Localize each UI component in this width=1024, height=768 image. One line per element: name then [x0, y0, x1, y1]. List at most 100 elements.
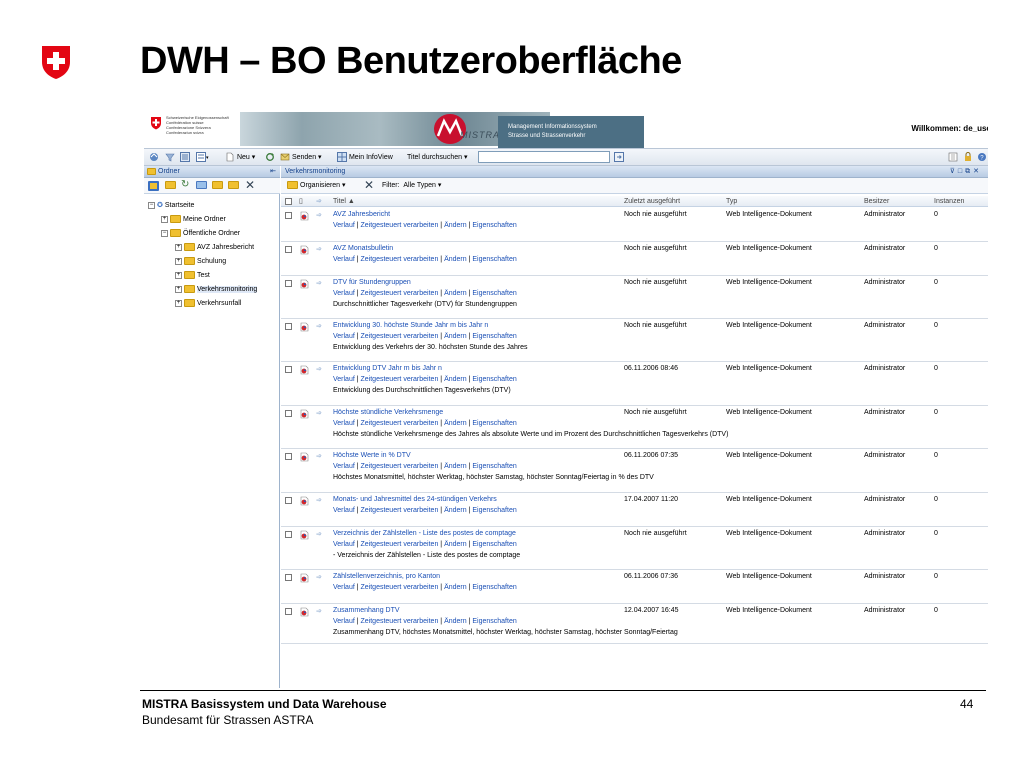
properties-link[interactable]: Eigenschaften — [472, 290, 516, 297]
expand-icon[interactable]: + — [175, 285, 182, 293]
open-arrow-icon[interactable]: ➾ — [316, 573, 322, 581]
schedule-link[interactable]: Zeitgesteuert verarbeiten — [361, 290, 439, 297]
open-arrow-icon[interactable]: ➾ — [316, 496, 322, 504]
properties-link[interactable]: Eigenschaften — [472, 618, 516, 625]
history-link[interactable]: Verlauf — [333, 541, 355, 548]
refresh-icon[interactable]: ↻ — [181, 179, 189, 190]
document-title-link[interactable]: Zählstellenverzeichnis, pro Kanton — [333, 573, 440, 580]
column-owner[interactable]: Besitzer — [864, 196, 889, 207]
column-last-run[interactable]: Zuletzt ausgeführt — [624, 196, 680, 207]
schedule-link[interactable]: Zeitgesteuert verarbeiten — [361, 507, 439, 514]
history-link[interactable]: Verlauf — [333, 333, 355, 340]
open-arrow-icon[interactable]: ➾ — [316, 365, 322, 373]
document-title-link[interactable]: Entwicklung 30. höchste Stunde Jahr m bi… — [333, 322, 488, 329]
row-checkbox[interactable] — [285, 366, 292, 373]
tree-item-oeffentliche-ordner[interactable]: − Öffentliche Ordner — [161, 228, 240, 240]
open-arrow-icon[interactable]: ➾ — [316, 452, 322, 460]
favorites-button[interactable] — [165, 151, 175, 164]
collapse-icon[interactable]: − — [148, 201, 155, 209]
refresh-button[interactable] — [265, 151, 275, 164]
row-checkbox[interactable] — [285, 280, 292, 287]
history-link[interactable]: Verlauf — [333, 420, 355, 427]
schedule-link[interactable]: Zeitgesteuert verarbeiten — [361, 222, 439, 229]
search-input[interactable] — [478, 151, 610, 163]
row-checkbox[interactable] — [285, 246, 292, 253]
expand-icon[interactable]: + — [175, 257, 182, 265]
schedule-link[interactable]: Zeitgesteuert verarbeiten — [361, 256, 439, 263]
new-folder-icon[interactable] — [196, 181, 207, 189]
my-infoview-button[interactable]: Mein InfoView — [337, 151, 393, 164]
edit-link[interactable]: Ändern — [444, 376, 467, 383]
row-checkbox[interactable] — [285, 453, 292, 460]
open-arrow-icon[interactable]: ➾ — [316, 211, 322, 219]
properties-link[interactable]: Eigenschaften — [472, 420, 516, 427]
view-list-button[interactable] — [180, 151, 190, 164]
filter-control[interactable]: Filter: Alle Typen ▾ — [382, 180, 441, 192]
delete-icon[interactable]: ✕ — [364, 178, 374, 192]
history-link[interactable]: Verlauf — [333, 507, 355, 514]
column-title[interactable]: Titel ▲ — [333, 196, 355, 207]
properties-link[interactable]: Eigenschaften — [472, 222, 516, 229]
history-link[interactable]: Verlauf — [333, 376, 355, 383]
open-arrow-icon[interactable]: ➾ — [316, 279, 322, 287]
schedule-link[interactable]: Zeitgesteuert verarbeiten — [361, 618, 439, 625]
row-checkbox[interactable] — [285, 212, 292, 219]
expand-icon[interactable]: + — [175, 243, 182, 251]
history-link[interactable]: Verlauf — [333, 618, 355, 625]
open-arrow-icon[interactable]: ➾ — [316, 322, 322, 330]
properties-link[interactable]: Eigenschaften — [472, 584, 516, 591]
schedule-link[interactable]: Zeitgesteuert verarbeiten — [361, 541, 439, 548]
category-view-icon[interactable] — [165, 181, 176, 189]
expand-icon[interactable]: + — [161, 215, 168, 223]
edit-link[interactable]: Ändern — [444, 618, 467, 625]
select-all-checkbox[interactable] — [285, 198, 292, 205]
schedule-link[interactable]: Zeitgesteuert verarbeiten — [361, 584, 439, 591]
open-arrow-icon[interactable]: ➾ — [316, 607, 322, 615]
search-mode-dropdown[interactable]: Titel durchsuchen ▾ — [407, 151, 467, 164]
send-button[interactable]: Senden ▾ — [280, 151, 322, 164]
edit-link[interactable]: Ändern — [444, 256, 467, 263]
properties-link[interactable]: Eigenschaften — [472, 256, 516, 263]
properties-link[interactable]: Eigenschaften — [472, 333, 516, 340]
document-title-link[interactable]: AVZ Jahresbericht — [333, 211, 390, 218]
edit-link[interactable]: Ändern — [444, 333, 467, 340]
document-title-link[interactable]: Verzeichnis der Zählstellen - Liste des … — [333, 530, 516, 537]
properties-link[interactable]: Eigenschaften — [472, 541, 516, 548]
schedule-link[interactable]: Zeitgesteuert verarbeiten — [361, 376, 439, 383]
expand-icon[interactable]: + — [175, 299, 182, 307]
copy-folder-icon[interactable] — [228, 181, 239, 189]
row-checkbox[interactable] — [285, 574, 292, 581]
edit-link[interactable]: Ändern — [444, 584, 467, 591]
folder-view-icon[interactable] — [148, 181, 159, 191]
row-checkbox[interactable] — [285, 608, 292, 615]
document-title-link[interactable]: AVZ Monatsbulletin — [333, 245, 393, 252]
open-arrow-icon[interactable]: ➾ — [316, 530, 322, 538]
tree-item-verkehrsunfall[interactable]: + Verkehrsunfall — [175, 298, 241, 310]
move-folder-icon[interactable] — [212, 181, 223, 189]
schedule-link[interactable]: Zeitgesteuert verarbeiten — [361, 333, 439, 340]
tree-item-schulung[interactable]: + Schulung — [175, 256, 226, 268]
tree-item-verkehrsmonitoring[interactable]: + Verkehrsmonitoring — [175, 284, 258, 296]
document-title-link[interactable]: Höchste Werte in % DTV — [333, 452, 411, 459]
column-type[interactable]: Typ — [726, 196, 737, 207]
delete-icon[interactable]: ✕ — [245, 178, 255, 192]
column-instances[interactable]: Instanzen — [934, 196, 964, 207]
row-checkbox[interactable] — [285, 323, 292, 330]
edit-link[interactable]: Ändern — [444, 463, 467, 470]
document-list-button[interactable] — [948, 151, 958, 164]
document-title-link[interactable]: Zusammenhang DTV — [333, 607, 400, 614]
preferences-button[interactable] — [963, 151, 973, 164]
history-link[interactable]: Verlauf — [333, 222, 355, 229]
edit-link[interactable]: Ändern — [444, 290, 467, 297]
row-checkbox[interactable] — [285, 410, 292, 417]
view-detail-button[interactable]: ▾ — [196, 151, 209, 164]
new-button[interactable]: Neu ▾ — [225, 151, 255, 164]
document-title-link[interactable]: Höchste stündliche Verkehrsmenge — [333, 409, 443, 416]
document-title-link[interactable]: Monats- und Jahresmittel des 24-stündige… — [333, 496, 497, 503]
open-arrow-icon[interactable]: ➾ — [316, 245, 322, 253]
properties-link[interactable]: Eigenschaften — [472, 507, 516, 514]
tree-item-startseite[interactable]: − ✪ Startseite — [148, 200, 194, 212]
history-link[interactable]: Verlauf — [333, 584, 355, 591]
schedule-link[interactable]: Zeitgesteuert verarbeiten — [361, 463, 439, 470]
edit-link[interactable]: Ändern — [444, 222, 467, 229]
